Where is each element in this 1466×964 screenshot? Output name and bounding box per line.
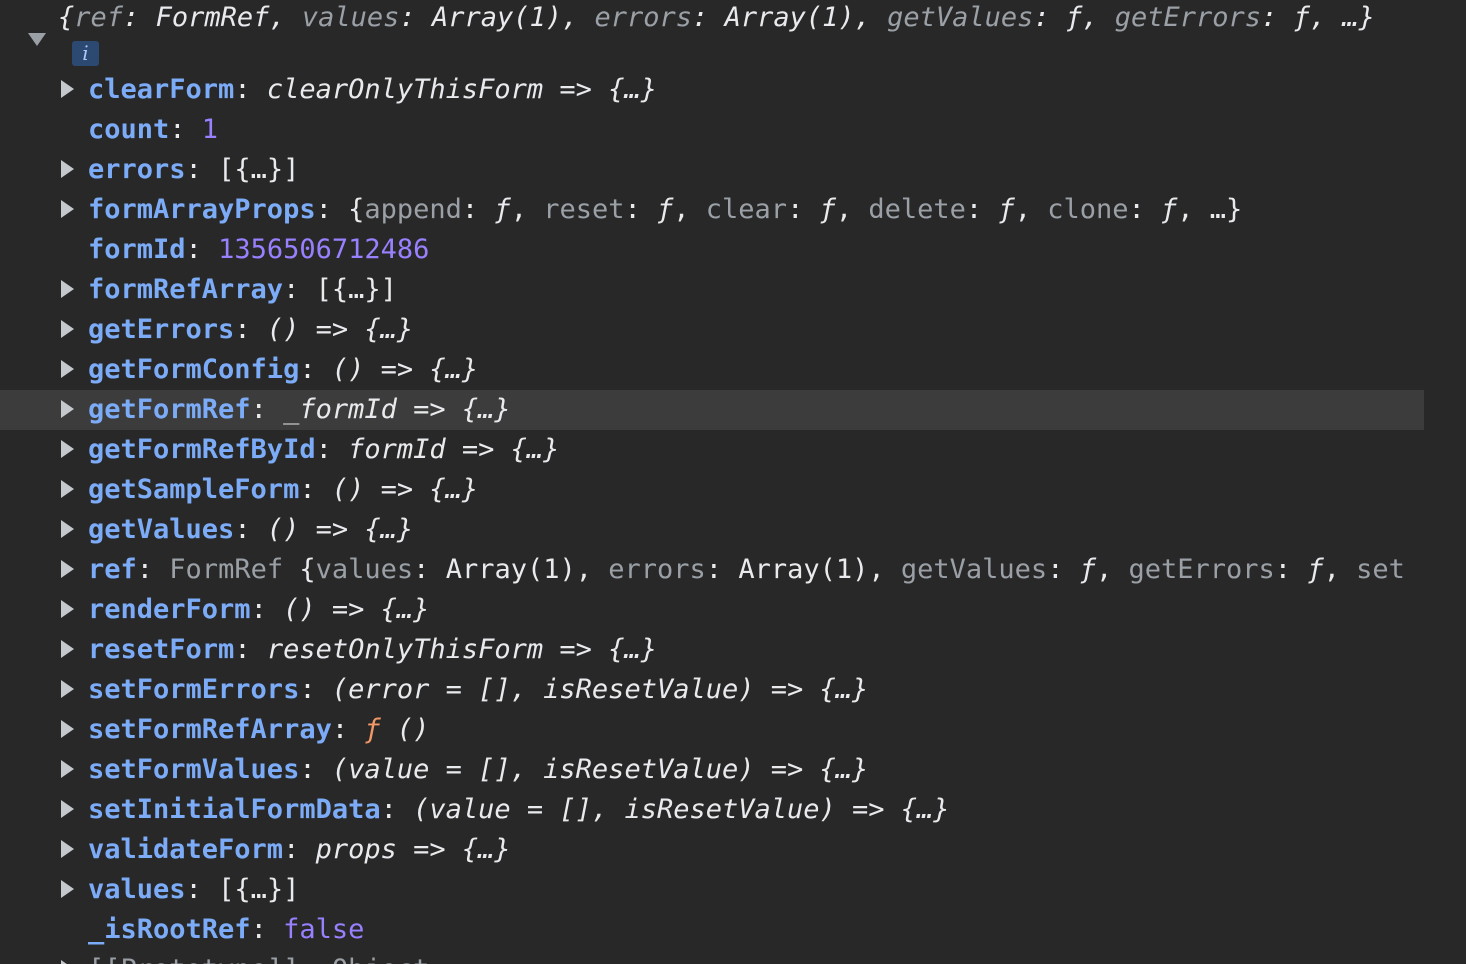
function-f-icon: ƒ	[364, 714, 381, 745]
expand-arrow-right-icon[interactable]	[61, 320, 74, 338]
property-value: [{…}]	[218, 874, 300, 905]
property-row-getErrors[interactable]: getErrors: () => {…}	[0, 310, 1424, 350]
info-icon[interactable]: i	[72, 41, 99, 66]
property-key: values	[88, 874, 186, 905]
property-value: 1356506712486	[218, 234, 430, 265]
property-row-setFormValues[interactable]: setFormValues: (value = [], isResetValue…	[0, 750, 1424, 790]
property-key: renderForm	[88, 594, 251, 625]
property-key: clearForm	[88, 74, 235, 105]
property-value: () => {…}	[331, 354, 479, 385]
property-row-getFormRefById[interactable]: getFormRefById: formId => {…}	[0, 430, 1424, 470]
prototype-label: [[Prototype]]: Object	[88, 954, 429, 964]
property-value: _formId => {…}	[283, 394, 511, 425]
property-key: ref	[88, 554, 137, 585]
expand-arrow-right-icon[interactable]	[61, 440, 74, 458]
property-value: [{…}]	[315, 274, 397, 305]
property-key: formRefArray	[88, 274, 284, 305]
property-key: validateForm	[88, 834, 284, 865]
property-row-renderForm[interactable]: renderForm: () => {…}	[0, 590, 1424, 630]
property-key: setFormValues	[88, 754, 300, 785]
property-row-errors[interactable]: errors: [{…}]	[0, 150, 1424, 190]
property-key: count	[88, 114, 170, 145]
property-row-getFormConfig[interactable]: getFormConfig: () => {…}	[0, 350, 1424, 390]
expand-arrow-right-icon[interactable]	[61, 400, 74, 418]
property-value: (value = [], isResetValue) => {…}	[331, 754, 869, 785]
property-value: () => {…}	[331, 474, 479, 505]
expand-arrow-right-icon[interactable]	[61, 160, 74, 178]
devtools-console-object-view: {ref: FormRef, values: Array(1), errors:…	[0, 0, 1466, 964]
expand-arrow-right-icon[interactable]	[61, 960, 74, 964]
property-value: (error = [], isResetValue) => {…}	[331, 674, 869, 705]
property-value: () => {…}	[283, 594, 430, 625]
property-value: () => {…}	[266, 314, 414, 345]
expand-arrow-right-icon[interactable]	[61, 280, 74, 298]
property-value: () => {…}	[266, 514, 414, 545]
expand-arrow-right-icon[interactable]	[61, 800, 74, 818]
property-value: false	[283, 914, 365, 945]
expand-arrow-right-icon[interactable]	[61, 600, 74, 618]
property-value: [{…}]	[218, 154, 300, 185]
property-value: formId => {…}	[348, 434, 560, 465]
property-row-formRefArray[interactable]: formRefArray: [{…}]	[0, 270, 1424, 310]
property-row-resetForm[interactable]: resetForm: resetOnlyThisForm => {…}	[0, 630, 1424, 670]
property-value: props => {…}	[315, 834, 511, 865]
property-value: clearOnlyThisForm => {…}	[266, 74, 657, 105]
property-row-formId: formId: 1356506712486	[88, 234, 430, 265]
property-key: getFormRef	[88, 394, 251, 425]
property-key: resetForm	[88, 634, 235, 665]
object-summary-text: {ref: FormRef, values: Array(1), errors:…	[58, 2, 1375, 33]
property-key: setInitialFormData	[88, 794, 381, 825]
property-value: (value = [], isResetValue) => {…}	[413, 794, 950, 825]
expand-arrow-right-icon[interactable]	[61, 360, 74, 378]
property-row-ref[interactable]: ref: FormRef {values: Array(1), errors: …	[0, 550, 1424, 590]
expand-arrow-right-icon[interactable]	[61, 520, 74, 538]
property-row-isRootRef: _isRootRef: false	[88, 914, 365, 945]
property-key: formArrayProps	[88, 194, 316, 225]
property-row-formArrayProps[interactable]: formArrayProps: {append: ƒ, reset: ƒ, cl…	[0, 190, 1424, 230]
property-key: setFormRefArray	[88, 714, 332, 745]
property-row-getValues[interactable]: getValues: () => {…}	[0, 510, 1424, 550]
expand-arrow-right-icon[interactable]	[61, 480, 74, 498]
expand-arrow-right-icon[interactable]	[61, 680, 74, 698]
expand-arrow-down-icon[interactable]	[28, 33, 46, 46]
expand-arrow-right-icon[interactable]	[61, 880, 74, 898]
expand-arrow-right-icon[interactable]	[61, 200, 74, 218]
property-row-setFormRefArray[interactable]: setFormRefArray: ƒ ()	[0, 710, 1424, 750]
expand-arrow-right-icon[interactable]	[61, 760, 74, 778]
property-value: 1	[201, 114, 219, 145]
property-key: getErrors	[88, 314, 235, 345]
expand-arrow-right-icon[interactable]	[61, 560, 74, 578]
property-key: _isRootRef	[88, 914, 251, 945]
property-key: errors	[88, 154, 186, 185]
property-value: ()	[396, 714, 430, 745]
property-key: getSampleForm	[88, 474, 300, 505]
property-row-prototype[interactable]: [[Prototype]]: Object	[0, 950, 1424, 964]
property-value: resetOnlyThisForm => {…}	[266, 634, 657, 665]
property-key: formId	[88, 234, 186, 265]
property-row-getFormRef[interactable]: getFormRef: _formId => {…}	[0, 390, 1424, 430]
property-row-setInitialFormData[interactable]: setInitialFormData: (value = [], isReset…	[0, 790, 1424, 830]
property-row-values[interactable]: values: [{…}]	[0, 870, 1424, 910]
property-row-validateForm[interactable]: validateForm: props => {…}	[0, 830, 1424, 870]
property-row-setFormErrors[interactable]: setFormErrors: (error = [], isResetValue…	[0, 670, 1424, 710]
expand-arrow-right-icon[interactable]	[61, 720, 74, 738]
property-row-getSampleForm[interactable]: getSampleForm: () => {…}	[0, 470, 1424, 510]
property-key: getValues	[88, 514, 235, 545]
expand-arrow-right-icon[interactable]	[61, 840, 74, 858]
expand-arrow-right-icon[interactable]	[61, 640, 74, 658]
object-summary-row[interactable]: {ref: FormRef, values: Array(1), errors:…	[0, 0, 1466, 66]
property-row-count: count: 1	[88, 114, 219, 145]
property-key: setFormErrors	[88, 674, 300, 705]
property-key: getFormConfig	[88, 354, 300, 385]
property-key: getFormRefById	[88, 434, 316, 465]
property-row-clearForm[interactable]: clearForm: clearOnlyThisForm => {…}	[0, 70, 1424, 110]
expand-arrow-right-icon[interactable]	[61, 80, 74, 98]
